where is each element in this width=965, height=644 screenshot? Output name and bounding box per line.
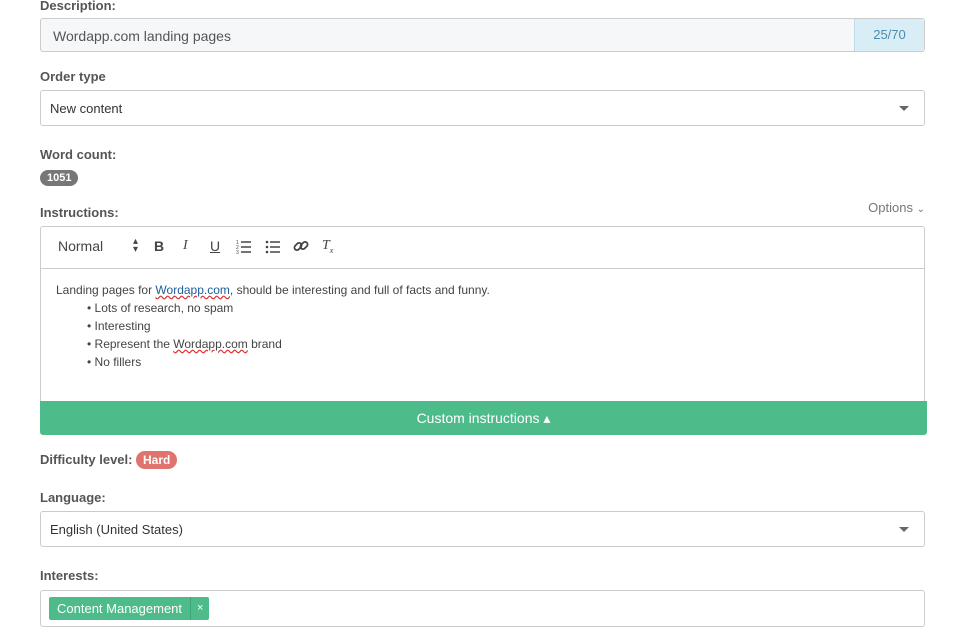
instructions-label: Instructions: [40, 205, 119, 220]
interests-label: Interests: [40, 568, 99, 583]
custom-instructions-button[interactable]: Custom instructions ▴ [40, 401, 927, 435]
close-icon[interactable]: × [190, 597, 209, 620]
language-value: English (United States) [50, 522, 183, 537]
description-label: Description: [40, 0, 116, 13]
description-counter: 25/70 [854, 19, 924, 51]
list-item: Represent the Wordapp.com brand [87, 335, 490, 353]
interests-input[interactable]: Content Management × [40, 590, 925, 627]
options-dropdown[interactable]: Options ⌄ [868, 200, 925, 215]
chevron-down-icon: ⌄ [916, 204, 925, 215]
format-select[interactable]: Normal ▴ ▾ [58, 237, 138, 255]
language-label: Language: [40, 490, 106, 505]
description-input[interactable]: Wordapp.com landing pages [53, 28, 231, 44]
interest-tag: Content Management × [49, 597, 210, 620]
order-type-value: New content [50, 101, 123, 116]
italic-icon[interactable]: I [183, 238, 188, 254]
link-icon[interactable] [293, 238, 309, 257]
description-field[interactable]: Wordapp.com landing pages 25/70 [40, 18, 925, 52]
up-down-icon: ▴ ▾ [133, 236, 139, 255]
ordered-list-icon[interactable]: 123 [236, 238, 252, 257]
order-type-label: Order type [40, 69, 106, 84]
clear-format-icon[interactable]: Tx [322, 238, 333, 255]
list-item: Interesting [87, 317, 490, 335]
svg-text:3: 3 [236, 250, 239, 254]
chevron-down-icon [899, 527, 909, 532]
order-type-select[interactable]: New content [40, 90, 925, 126]
instructions-editor[interactable]: Normal ▴ ▾ B I U 123 Tx Landing pages for… [40, 226, 925, 402]
editor-toolbar: Normal ▴ ▾ B I U 123 Tx [41, 227, 924, 269]
interest-tag-label: Content Management [57, 601, 183, 616]
editor-content[interactable]: Landing pages for Wordapp.com, should be… [56, 281, 490, 371]
content-line: Landing pages for Wordapp.com, should be… [56, 283, 490, 297]
underline-icon[interactable]: U [210, 238, 220, 254]
content-link[interactable]: Wordapp.com [155, 283, 229, 297]
list-item: No fillers [87, 353, 490, 371]
chevron-down-icon [899, 106, 909, 111]
content-bullets: Lots of research, no spam Interesting Re… [56, 299, 490, 371]
word-count-badge: 1051 [40, 170, 79, 186]
options-label: Options [868, 200, 913, 215]
bold-icon[interactable]: B [154, 238, 164, 254]
difficulty-badge: Hard [136, 451, 178, 469]
format-select-value: Normal [58, 238, 104, 254]
bullet-list-icon[interactable] [265, 238, 281, 257]
language-select[interactable]: English (United States) [40, 511, 925, 547]
difficulty-label: Difficulty level: [40, 452, 133, 467]
word-count-label: Word count: [40, 147, 117, 162]
list-item: Lots of research, no spam [87, 299, 490, 317]
